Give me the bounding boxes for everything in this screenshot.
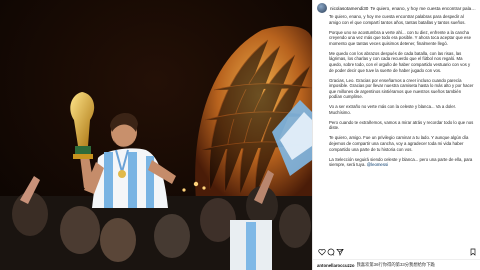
avatar[interactable] bbox=[317, 3, 327, 13]
author-username[interactable]: nicolasotamendi30 bbox=[330, 6, 368, 11]
post-photo[interactable] bbox=[0, 0, 312, 270]
mention-link[interactable]: @leomessi bbox=[367, 162, 388, 167]
comment-username[interactable]: antonellaroccuzzo bbox=[317, 263, 355, 268]
instagram-post: nicolasotamendi30 Te quiero, enano, y ho… bbox=[0, 0, 480, 270]
like-button[interactable] bbox=[317, 248, 326, 257]
caption-paragraph: Porque uno se acostumbra a verte ahí... … bbox=[329, 29, 471, 46]
share-button[interactable] bbox=[335, 248, 344, 257]
save-button[interactable] bbox=[468, 248, 477, 257]
caption-paragraph: Te quiero, enano, y hoy me cuesta encont… bbox=[329, 14, 466, 25]
post-actions bbox=[317, 247, 477, 257]
caption-paragraph: Vo a ser extraño no verte más con la cel… bbox=[329, 104, 456, 115]
share-icon bbox=[335, 249, 344, 256]
comment-button[interactable] bbox=[326, 248, 335, 257]
comment-row: antonellaroccuzzo 我喜欢第36行你得的第33分我想给你下跪 bbox=[313, 259, 480, 270]
caption-paragraph: Te quiero, amigo. Fue un privilegio cami… bbox=[329, 135, 469, 152]
comment-text: 我喜欢第36行你得的第33分我想给你下跪 bbox=[356, 262, 435, 267]
post-caption: Te quiero, enano, y hoy me cuesta encont… bbox=[329, 14, 475, 172]
caption-paragraph: Gracias, Leo. Gracias por enseñarnos a c… bbox=[329, 77, 474, 100]
caption-last-text: La Selección seguirá siendo celeste y bl… bbox=[329, 156, 473, 168]
post-sidebar: nicolasotamendi30 Te quiero, enano, y ho… bbox=[312, 0, 480, 270]
heart-icon bbox=[317, 248, 326, 256]
caption-paragraph: Pero cuando te extrañemos, vamos a mirar… bbox=[329, 119, 474, 131]
comment-icon bbox=[327, 248, 334, 256]
header-caption-preview: Te quiero, enano, y hoy me cuesta encont… bbox=[370, 5, 476, 11]
photo-messi-celebration bbox=[0, 0, 312, 270]
caption-paragraph: Me quedo con los abrazos después de cada… bbox=[329, 50, 471, 73]
caption-paragraph: La Selección seguirá siendo celeste y bl… bbox=[329, 157, 475, 168]
bookmark-icon bbox=[470, 248, 475, 256]
